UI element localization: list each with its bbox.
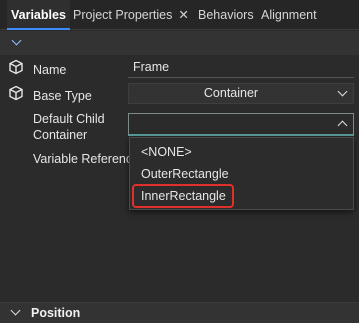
chevron-down-icon	[337, 86, 348, 97]
tab-alignment[interactable]: Alignment	[257, 0, 321, 30]
name-label: Name	[33, 63, 67, 77]
highlight-box	[132, 184, 234, 208]
tab-variables[interactable]: Variables	[7, 0, 70, 30]
default-child-container-select[interactable]	[128, 113, 354, 136]
close-icon[interactable]: ✕	[178, 8, 188, 22]
dropdown-option-outer-rectangle[interactable]: OuterRectangle	[141, 164, 229, 184]
tab-label: Alignment	[261, 8, 317, 22]
tab-behaviors[interactable]: Behaviors	[194, 0, 258, 30]
cube-icon	[9, 59, 23, 75]
name-input[interactable]	[128, 57, 354, 77]
base-type-select[interactable]: Container	[128, 83, 354, 104]
default-child-container-label-line1: Default Child	[33, 112, 105, 126]
tab-label: Project Properties	[73, 8, 173, 22]
tab-label: Behaviors	[198, 8, 254, 22]
dropdown-option-none[interactable]: <NONE>	[141, 142, 192, 162]
collapse-strip[interactable]	[0, 31, 359, 55]
chevron-down-icon[interactable]	[11, 35, 22, 46]
tab-label: Variables	[11, 8, 66, 22]
position-section-title: Position	[31, 306, 81, 320]
base-type-label: Base Type	[33, 89, 92, 103]
default-child-container-label-line2: Container	[33, 128, 88, 142]
position-section-header[interactable]: Position	[0, 302, 359, 323]
properties-panel: Variables Project Properties ✕ Behaviors …	[0, 0, 359, 323]
name-field[interactable]	[128, 57, 354, 78]
chevron-down-icon[interactable]	[10, 305, 21, 316]
variable-reference-label: Variable Reference	[33, 152, 140, 166]
tab-bar: Variables Project Properties ✕ Behaviors …	[0, 0, 359, 30]
base-type-value: Container	[203, 86, 259, 100]
cube-icon	[9, 85, 23, 101]
chevron-up-icon	[337, 120, 348, 131]
tab-project-properties[interactable]: Project Properties ✕	[69, 0, 193, 30]
